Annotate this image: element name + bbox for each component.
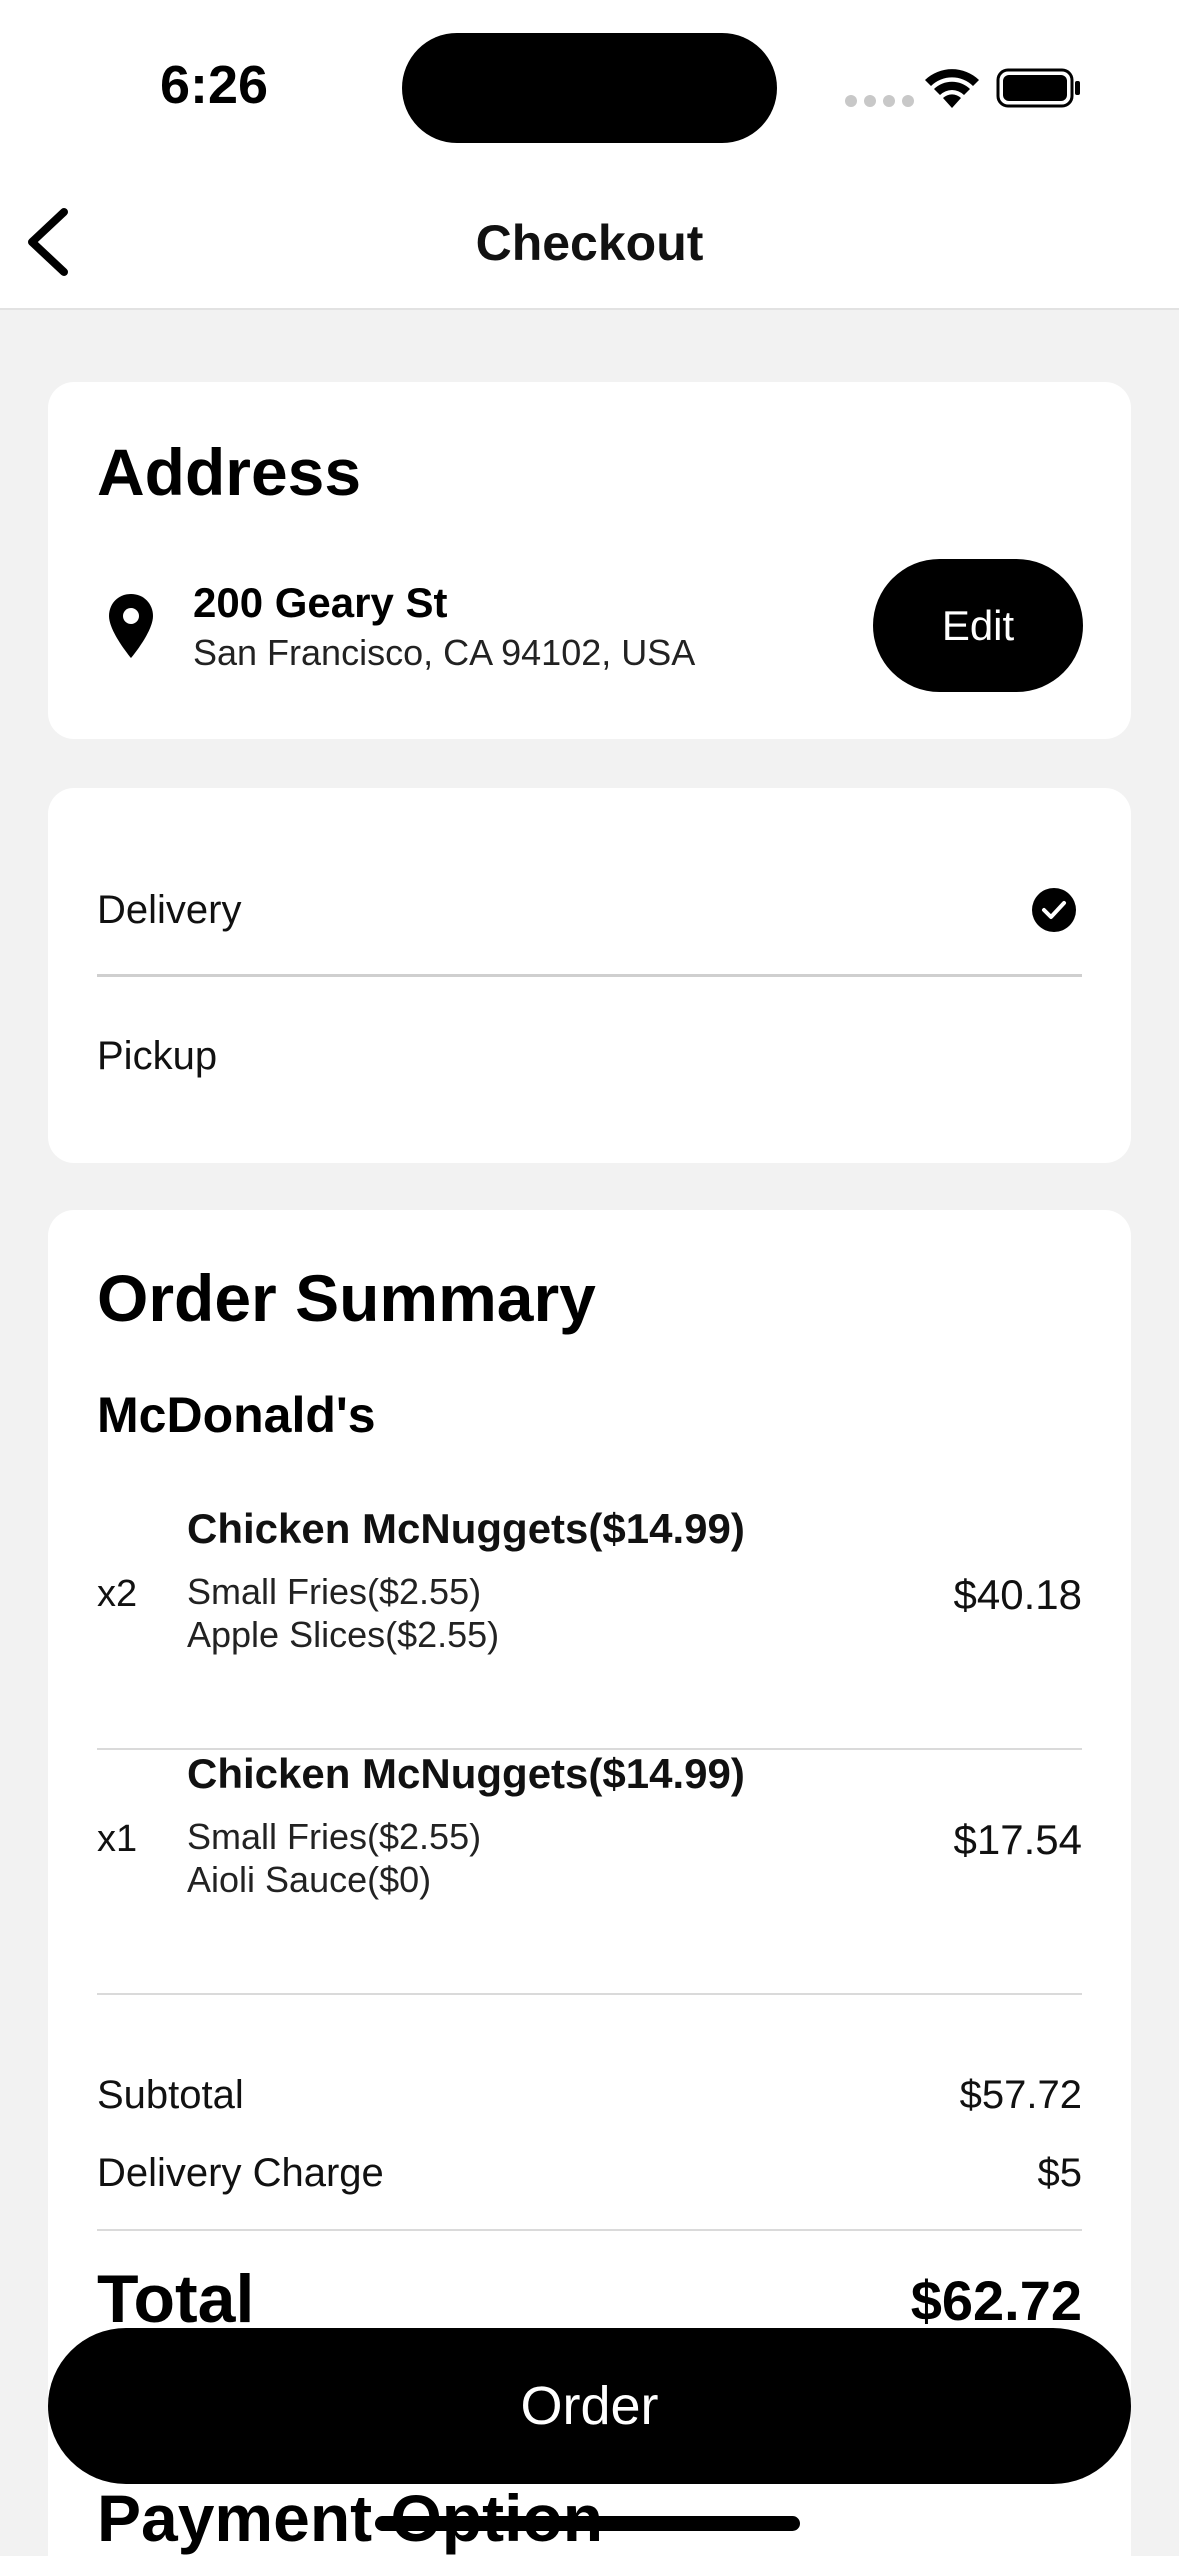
nav-bar: Checkout	[0, 170, 1179, 310]
checkmark-circle-icon	[1032, 888, 1076, 932]
location-pin-icon	[109, 594, 153, 658]
restaurant-name: McDonald's	[97, 1387, 376, 1443]
fulfillment-card: Delivery Pickup	[48, 788, 1131, 1163]
home-indicator	[375, 2516, 800, 2531]
signal-icon	[845, 95, 914, 107]
subtotal-value: $57.72	[959, 2073, 1082, 2117]
pickup-option[interactable]: Pickup	[97, 991, 1082, 1121]
address-heading: Address	[97, 435, 362, 509]
subtotal-label: Subtotal	[97, 2073, 244, 2117]
total-label: Total	[97, 2261, 255, 2337]
pickup-option-label: Pickup	[97, 1033, 218, 1078]
address-street: 200 Geary St	[193, 579, 448, 626]
item-option: Small Fries($2.55)	[187, 1816, 482, 1857]
status-time: 6:26	[160, 55, 269, 115]
item-option: Aioli Sauce($0)	[187, 1859, 432, 1900]
address-card: Address 200 Geary St San Francisco, CA 9…	[48, 382, 1131, 739]
item-price: $40.18	[953, 1571, 1082, 1618]
item-quantity: x1	[97, 1818, 138, 1860]
item-price: $17.54	[953, 1816, 1082, 1863]
delivery-option-label: Delivery	[97, 887, 242, 932]
total-value: $62.72	[910, 2269, 1082, 2332]
dynamic-island	[402, 33, 777, 143]
subtotal-row: Subtotal $57.72	[97, 2073, 1082, 2118]
item-option: Small Fries($2.55)	[187, 1571, 482, 1612]
battery-icon	[996, 68, 1080, 108]
item-option: Apple Slices($2.55)	[187, 1614, 500, 1655]
total-divider	[97, 2229, 1082, 2231]
delivery-charge-value: $5	[1037, 2151, 1083, 2195]
item-name: Chicken McNuggets($14.99)	[187, 1750, 745, 1797]
option-divider	[97, 974, 1082, 977]
page-title: Checkout	[475, 215, 704, 271]
order-summary-heading: Order Summary	[97, 1261, 596, 1335]
delivery-option[interactable]: Delivery	[97, 845, 1082, 975]
order-item[interactable]: x1 Chicken McNuggets($14.99) Small Fries…	[97, 1750, 1082, 1995]
item-quantity: x2	[97, 1573, 138, 1615]
order-button[interactable]: Order	[48, 2328, 1131, 2484]
delivery-charge-label: Delivery Charge	[97, 2151, 384, 2195]
order-item[interactable]: x2 Chicken McNuggets($14.99) Small Fries…	[97, 1505, 1082, 1750]
address-city: San Francisco, CA 94102, USA	[193, 632, 696, 673]
status-bar: 6:26	[0, 0, 1179, 170]
total-row: Total $62.72	[97, 2260, 1082, 2338]
wifi-icon	[925, 69, 979, 108]
edit-address-button[interactable]: Edit	[873, 559, 1083, 692]
item-name: Chicken McNuggets($14.99)	[187, 1505, 745, 1552]
delivery-charge-row: Delivery Charge $5	[97, 2151, 1082, 2196]
